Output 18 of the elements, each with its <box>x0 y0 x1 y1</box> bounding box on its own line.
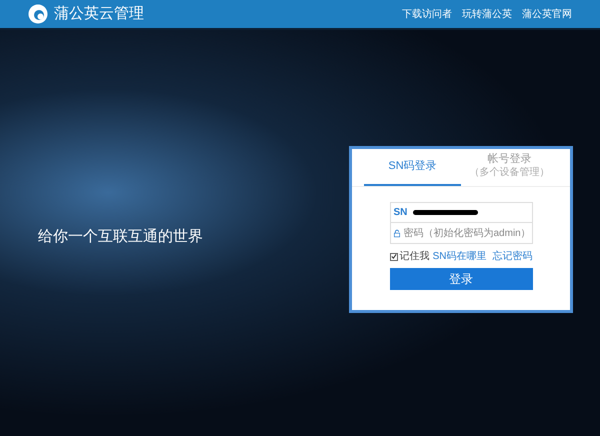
nav-link[interactable]: 蒲公英官网 <box>522 6 572 22</box>
lock-icon <box>394 228 400 238</box>
login-button[interactable]: 登录 <box>390 268 532 290</box>
text-link[interactable]: SN码在哪里 <box>432 249 486 264</box>
text-link[interactable]: 忘记密码 <box>492 249 532 264</box>
logo-icon <box>28 4 48 24</box>
app-title: 蒲公英云管理 <box>54 4 144 24</box>
remember-label: 记住我 <box>400 250 430 264</box>
slogan: 给你一个互联互通的世界 <box>38 227 203 247</box>
remember-checkbox[interactable] <box>390 252 398 260</box>
sn-icon: SN <box>394 208 408 218</box>
password-field[interactable]: 密码（初始化密码为admin） <box>390 223 532 243</box>
redaction-bar <box>413 210 478 215</box>
nav-link[interactable]: 玩转蒲公英 <box>462 6 512 22</box>
login-tab[interactable]: 帐号登录 （多个设备管理） <box>461 149 558 186</box>
sn-field[interactable]: SN <box>390 203 532 223</box>
login-tab[interactable]: SN码登录 <box>364 149 461 186</box>
nav-link[interactable]: 下载访问者 <box>402 6 452 22</box>
